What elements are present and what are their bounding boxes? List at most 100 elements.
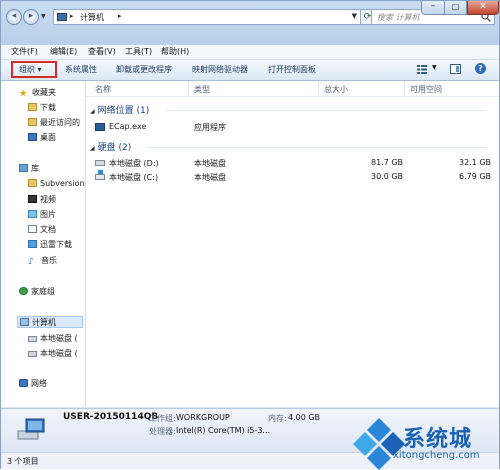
menu-file[interactable]: 文件(F) xyxy=(11,46,38,57)
group-title: 网络位置 (1) xyxy=(97,106,150,116)
computer-small-icon xyxy=(57,13,67,21)
sidebar-item-label: 图片 xyxy=(40,210,56,219)
title-bar: ◂ ▸ ▼ ▸ 计算机 ▸ ▼ ⟳ 搜索 计算机 – □ ✕ xyxy=(1,1,499,45)
list-item-ecap[interactable]: ECap.exe 应用程序 xyxy=(86,121,499,133)
view-dropdown-icon[interactable]: ▼ xyxy=(432,64,437,71)
close-button[interactable]: ✕ xyxy=(467,1,499,15)
sidebar-item-label: 视频 xyxy=(40,195,56,204)
breadcrumb-separator[interactable]: ▸ xyxy=(118,12,122,20)
menu-tools[interactable]: 工具(T) xyxy=(125,46,152,57)
column-header: 名称 类型 总大小 可用空间 xyxy=(86,81,499,97)
video-icon xyxy=(28,195,37,203)
system-properties-button[interactable]: 系统属性 xyxy=(65,64,97,75)
memory-value: 4.00 GB xyxy=(288,413,321,422)
sidebar-item-label: 家庭组 xyxy=(31,287,55,296)
maximize-icon: □ xyxy=(451,2,460,11)
computer-name: USER-20150114QB xyxy=(63,412,159,422)
folder-icon xyxy=(28,179,37,187)
item-name: ECap.exe xyxy=(109,122,147,131)
arrow-right-icon: ▸ xyxy=(28,11,34,21)
item-name: 本地磁盘 (D:) xyxy=(109,159,159,168)
group-network-locations[interactable]: ◢ 网络位置 (1) xyxy=(90,103,149,116)
sidebar-item-label: 最近访问的 xyxy=(40,118,80,127)
download-icon xyxy=(28,240,37,248)
computer-large-icon xyxy=(17,418,45,440)
group-hard-disks[interactable]: ◢ 硬盘 (2) xyxy=(90,140,131,153)
sidebar-item-drive-d[interactable]: 本地磁盘 ( xyxy=(28,333,84,345)
column-type[interactable]: 类型 xyxy=(194,84,210,95)
view-options-icon[interactable] xyxy=(417,65,427,74)
breadcrumb-separator[interactable]: ▸ xyxy=(70,12,74,20)
sidebar-item-label: 计算机 xyxy=(32,318,56,327)
sidebar-item-homegroup[interactable]: 家庭组 xyxy=(19,286,55,298)
item-count: 3 个项目 xyxy=(7,457,39,466)
sidebar-item-label: 本地磁盘 ( xyxy=(40,349,78,358)
sidebar-item-desktop[interactable]: 桌面 xyxy=(28,132,56,144)
group-title: 硬盘 (2) xyxy=(97,143,132,153)
forward-button[interactable]: ▸ xyxy=(23,9,39,25)
column-name[interactable]: 名称 xyxy=(95,84,111,95)
sidebar-item-subversion[interactable]: Subversion xyxy=(28,179,84,191)
uninstall-program-button[interactable]: 卸载或更改程序 xyxy=(116,64,172,75)
list-item-drive-d[interactable]: 本地磁盘 (D:) 本地磁盘 81.7 GB 32.1 GB xyxy=(86,157,499,169)
homegroup-icon xyxy=(19,287,28,295)
sidebar-item-library[interactable]: 库 xyxy=(19,163,39,175)
sidebar-item-label: 迅雷下载 xyxy=(40,240,72,249)
star-icon: ★ xyxy=(19,89,28,99)
processor-value: Intel(R) Core(TM) i5-3... xyxy=(176,426,271,435)
history-dropdown-icon[interactable]: ▼ xyxy=(41,13,46,20)
minimize-button[interactable]: – xyxy=(421,1,445,15)
workgroup-value: WORKGROUP xyxy=(176,413,230,422)
column-divider[interactable] xyxy=(404,81,405,96)
item-free-space: 32.1 GB xyxy=(459,158,492,167)
watermark-brand: 系统城 xyxy=(403,427,473,452)
maximize-button[interactable]: □ xyxy=(445,1,467,15)
library-icon xyxy=(19,164,28,172)
minimize-icon: – xyxy=(430,1,436,11)
item-type: 本地磁盘 xyxy=(194,173,226,182)
sidebar-item-recent[interactable]: 最近访问的 xyxy=(28,117,84,129)
network-icon xyxy=(19,379,28,387)
help-icon[interactable]: ? xyxy=(475,63,486,74)
column-free-space[interactable]: 可用空间 xyxy=(410,84,442,95)
sidebar-item-pictures[interactable]: 图片 xyxy=(28,209,56,221)
sidebar-item-label: 下载 xyxy=(40,103,56,112)
sidebar-item-thunder[interactable]: 迅雷下载 xyxy=(28,239,72,251)
picture-icon xyxy=(28,210,37,218)
collapse-triangle-icon: ◢ xyxy=(90,145,95,152)
sidebar-item-music[interactable]: ♪ 音乐 xyxy=(28,255,57,267)
command-bar: 组织 ▾ 系统属性 卸载或更改程序 映射网络驱动器 打开控制面板 ▼ ? xyxy=(1,60,499,81)
sidebar-item-drive-c[interactable]: 本地磁盘 ( xyxy=(28,348,84,360)
sidebar-item-network[interactable]: 网络 xyxy=(19,378,47,390)
preview-pane-icon[interactable] xyxy=(450,64,461,74)
hard-drive-icon xyxy=(28,336,37,342)
sidebar-item-videos[interactable]: 视频 xyxy=(28,194,56,206)
folder-icon xyxy=(28,103,37,111)
menu-view[interactable]: 查看(V) xyxy=(88,46,116,57)
desktop-icon xyxy=(28,133,37,141)
sidebar-item-documents[interactable]: 文档 xyxy=(28,224,56,236)
open-control-panel-button[interactable]: 打开控制面板 xyxy=(268,64,316,75)
column-divider[interactable] xyxy=(188,81,189,96)
menu-bar: 文件(F) 编辑(E) 查看(V) 工具(T) 帮助(H) xyxy=(1,45,499,60)
list-item-drive-c[interactable]: 本地磁盘 (C:) 本地磁盘 30.0 GB 6.79 GB xyxy=(86,170,499,183)
map-network-drive-button[interactable]: 映射网络驱动器 xyxy=(192,64,248,75)
column-divider[interactable] xyxy=(318,81,319,96)
group-divider xyxy=(146,147,486,148)
column-total-size[interactable]: 总大小 xyxy=(324,84,348,95)
sidebar-item-downloads[interactable]: 下载 xyxy=(28,102,56,114)
item-type: 本地磁盘 xyxy=(194,159,226,168)
breadcrumb-computer[interactable]: 计算机 xyxy=(80,12,104,23)
menu-help[interactable]: 帮助(H) xyxy=(161,46,189,57)
sidebar-item-computer[interactable]: 计算机 xyxy=(17,316,83,328)
sidebar-item-label: 文档 xyxy=(40,225,56,234)
processor-label: 处理器: xyxy=(149,427,176,436)
sidebar-item-favorites[interactable]: ★ 收藏夹 xyxy=(19,87,56,99)
address-dropdown-icon[interactable]: ▼ xyxy=(352,12,357,20)
menu-edit[interactable]: 编辑(E) xyxy=(50,46,77,57)
sidebar-item-label: 桌面 xyxy=(40,133,56,142)
back-button[interactable]: ◂ xyxy=(6,9,22,25)
organize-button[interactable]: 组织 ▾ xyxy=(19,64,42,75)
collapse-triangle-icon: ◢ xyxy=(90,108,95,115)
address-bar[interactable]: ▸ 计算机 ▸ ▼ xyxy=(53,9,361,25)
